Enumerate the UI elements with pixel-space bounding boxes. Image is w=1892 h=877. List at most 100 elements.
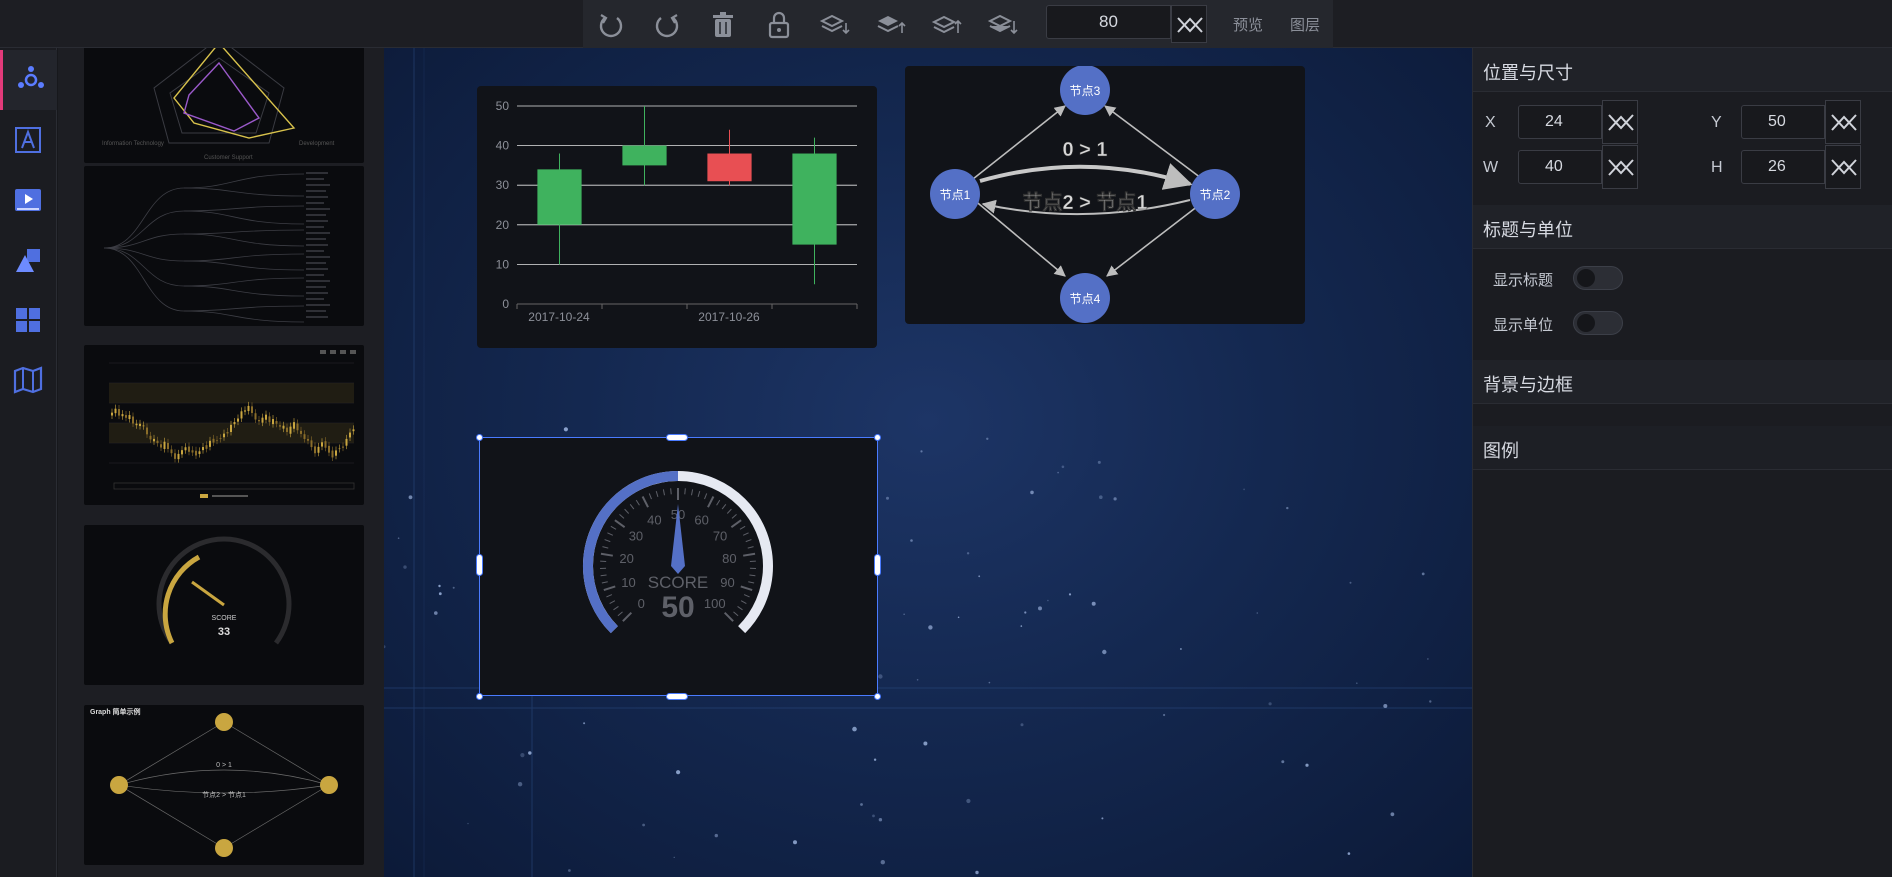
gauge-tick <box>607 532 614 536</box>
rail-item-maps[interactable] <box>0 350 57 410</box>
layer-bottom-icon <box>987 14 1018 35</box>
preview-link[interactable]: 预览 <box>1233 14 1263 35</box>
gauge-tick <box>600 552 613 557</box>
rail-item-components[interactable] <box>0 50 57 110</box>
move-up-button[interactable] <box>875 9 907 41</box>
y-label: Y <box>1711 114 1722 131</box>
candle-body <box>792 153 837 245</box>
show-unit-toggle[interactable] <box>1573 311 1623 335</box>
x-tick-label: 2017-10-24 <box>528 310 590 324</box>
left-rail <box>0 48 57 877</box>
chevron-icon <box>1831 114 1857 131</box>
section-title-unit[interactable]: 标题与单位 <box>1473 205 1892 249</box>
zoom-input[interactable] <box>1047 6 1170 38</box>
layer-down-icon <box>819 14 850 35</box>
resize-handle-sw[interactable] <box>476 693 483 700</box>
rail-item-media[interactable] <box>0 170 57 230</box>
thumbnail-candlestick-chart[interactable] <box>84 345 364 505</box>
x-input[interactable] <box>1518 105 1602 139</box>
gauge-tick <box>730 519 742 529</box>
lock-button[interactable] <box>763 9 795 41</box>
design-canvas[interactable]: 0 10 20 30 40 50 2017-10-24 2017-10-26 0… <box>384 48 1472 877</box>
gauge-tick <box>748 581 755 584</box>
gauge-tick <box>723 611 734 622</box>
rail-item-shapes[interactable] <box>0 230 57 290</box>
resize-handle-n[interactable] <box>666 434 688 441</box>
gauge-tick <box>739 525 746 530</box>
w-input[interactable] <box>1518 150 1602 184</box>
gauge-tick <box>740 600 747 605</box>
gauge-tick <box>655 490 659 497</box>
thumbnail-tree-chart[interactable] <box>84 166 364 326</box>
gauge-tick <box>704 493 708 500</box>
gauge-tick <box>743 594 750 598</box>
chevron-icon <box>1608 114 1634 131</box>
bring-top-button[interactable] <box>931 9 963 41</box>
resize-handle-nw[interactable] <box>476 434 483 441</box>
show-title-label: 显示标题 <box>1493 272 1554 289</box>
gauge-tick <box>641 496 649 508</box>
y-stepper-button[interactable] <box>1825 100 1861 144</box>
gauge-tick <box>721 504 727 510</box>
gauge-tick <box>648 493 652 500</box>
chevron-icon <box>1831 159 1857 176</box>
layers-link[interactable]: 图层 <box>1290 14 1320 35</box>
w-stepper-button[interactable] <box>1602 145 1638 189</box>
toolbox: 预览 图层 <box>583 0 1333 48</box>
gauge-tick <box>610 525 617 530</box>
h-stepper-button[interactable] <box>1825 145 1861 189</box>
graph-node-label: 节点4 <box>1070 292 1101 306</box>
radar-label: Customer Support <box>204 155 253 161</box>
toggle-knob <box>1577 269 1595 287</box>
show-title-toggle[interactable] <box>1573 266 1623 290</box>
section-title: 图例 <box>1483 441 1519 461</box>
delete-button[interactable] <box>707 9 739 41</box>
section-background-border[interactable]: 背景与边框 <box>1473 360 1892 404</box>
gauge-tick-label: 100 <box>704 596 726 611</box>
media-icon <box>15 189 41 211</box>
thumbnail-gauge-chart[interactable]: SCORE 33 <box>84 525 364 685</box>
thumbnail-radar-chart[interactable]: Information Technology Development Custo… <box>84 48 364 163</box>
gauge-tick <box>601 581 608 584</box>
gauge-widget[interactable]: 0102030405060708090100 SCORE 50 <box>479 437 878 696</box>
gauge-tick <box>726 508 732 514</box>
gauge-tick-label: 80 <box>722 551 736 566</box>
graph-thumb-edge: 0 > 1 <box>216 762 232 769</box>
rail-item-text[interactable] <box>0 110 57 170</box>
y-tick-label: 20 <box>496 218 510 232</box>
redo-button[interactable] <box>651 9 683 41</box>
radar-label: Development <box>299 141 335 147</box>
gauge-tick <box>684 488 686 495</box>
gauge-tick <box>614 519 626 529</box>
graph-node-label: 节点2 <box>1200 188 1231 202</box>
h-input[interactable] <box>1741 150 1825 184</box>
zoom-stepper-button[interactable] <box>1171 5 1207 43</box>
thumbnail-graph-chart[interactable]: Graph 简单示例 0 > 1 节点2 > 节点1 <box>84 705 364 865</box>
graph-widget[interactable]: 0 > 1 节点2 > 节点1 节点1 节点2 节点3 节点4 <box>905 66 1305 324</box>
y-input[interactable] <box>1741 105 1825 139</box>
lock-icon <box>768 11 790 39</box>
rail-item-widgets[interactable] <box>0 290 57 350</box>
candlestick-chart: 0 10 20 30 40 50 2017-10-24 2017-10-26 <box>496 99 858 324</box>
gauge-tick <box>707 496 715 508</box>
section-position-size[interactable]: 位置与尺寸 <box>1473 48 1892 92</box>
gauge-tick <box>743 552 756 557</box>
undo-button[interactable] <box>595 9 627 41</box>
resize-handle-ne[interactable] <box>874 434 881 441</box>
section-legend[interactable]: 图例 <box>1473 426 1892 470</box>
move-down-button[interactable] <box>819 9 851 41</box>
resize-handle-s[interactable] <box>666 693 688 700</box>
gauge-tick-label: 70 <box>713 528 727 543</box>
candlestick-chart-preview <box>109 350 356 498</box>
gauge-tick <box>670 488 672 495</box>
resize-handle-se[interactable] <box>874 693 881 700</box>
gauge-tick <box>600 574 607 577</box>
x-stepper-button[interactable] <box>1602 100 1638 144</box>
send-bottom-button[interactable] <box>987 9 1019 41</box>
candlestick-widget[interactable]: 0 10 20 30 40 50 2017-10-24 2017-10-26 <box>477 86 877 348</box>
h-label: H <box>1711 159 1723 176</box>
gauge-tick <box>697 490 701 497</box>
resize-handle-e[interactable] <box>874 554 881 576</box>
gauge-tick-label: 10 <box>621 575 635 590</box>
resize-handle-w[interactable] <box>476 554 483 576</box>
